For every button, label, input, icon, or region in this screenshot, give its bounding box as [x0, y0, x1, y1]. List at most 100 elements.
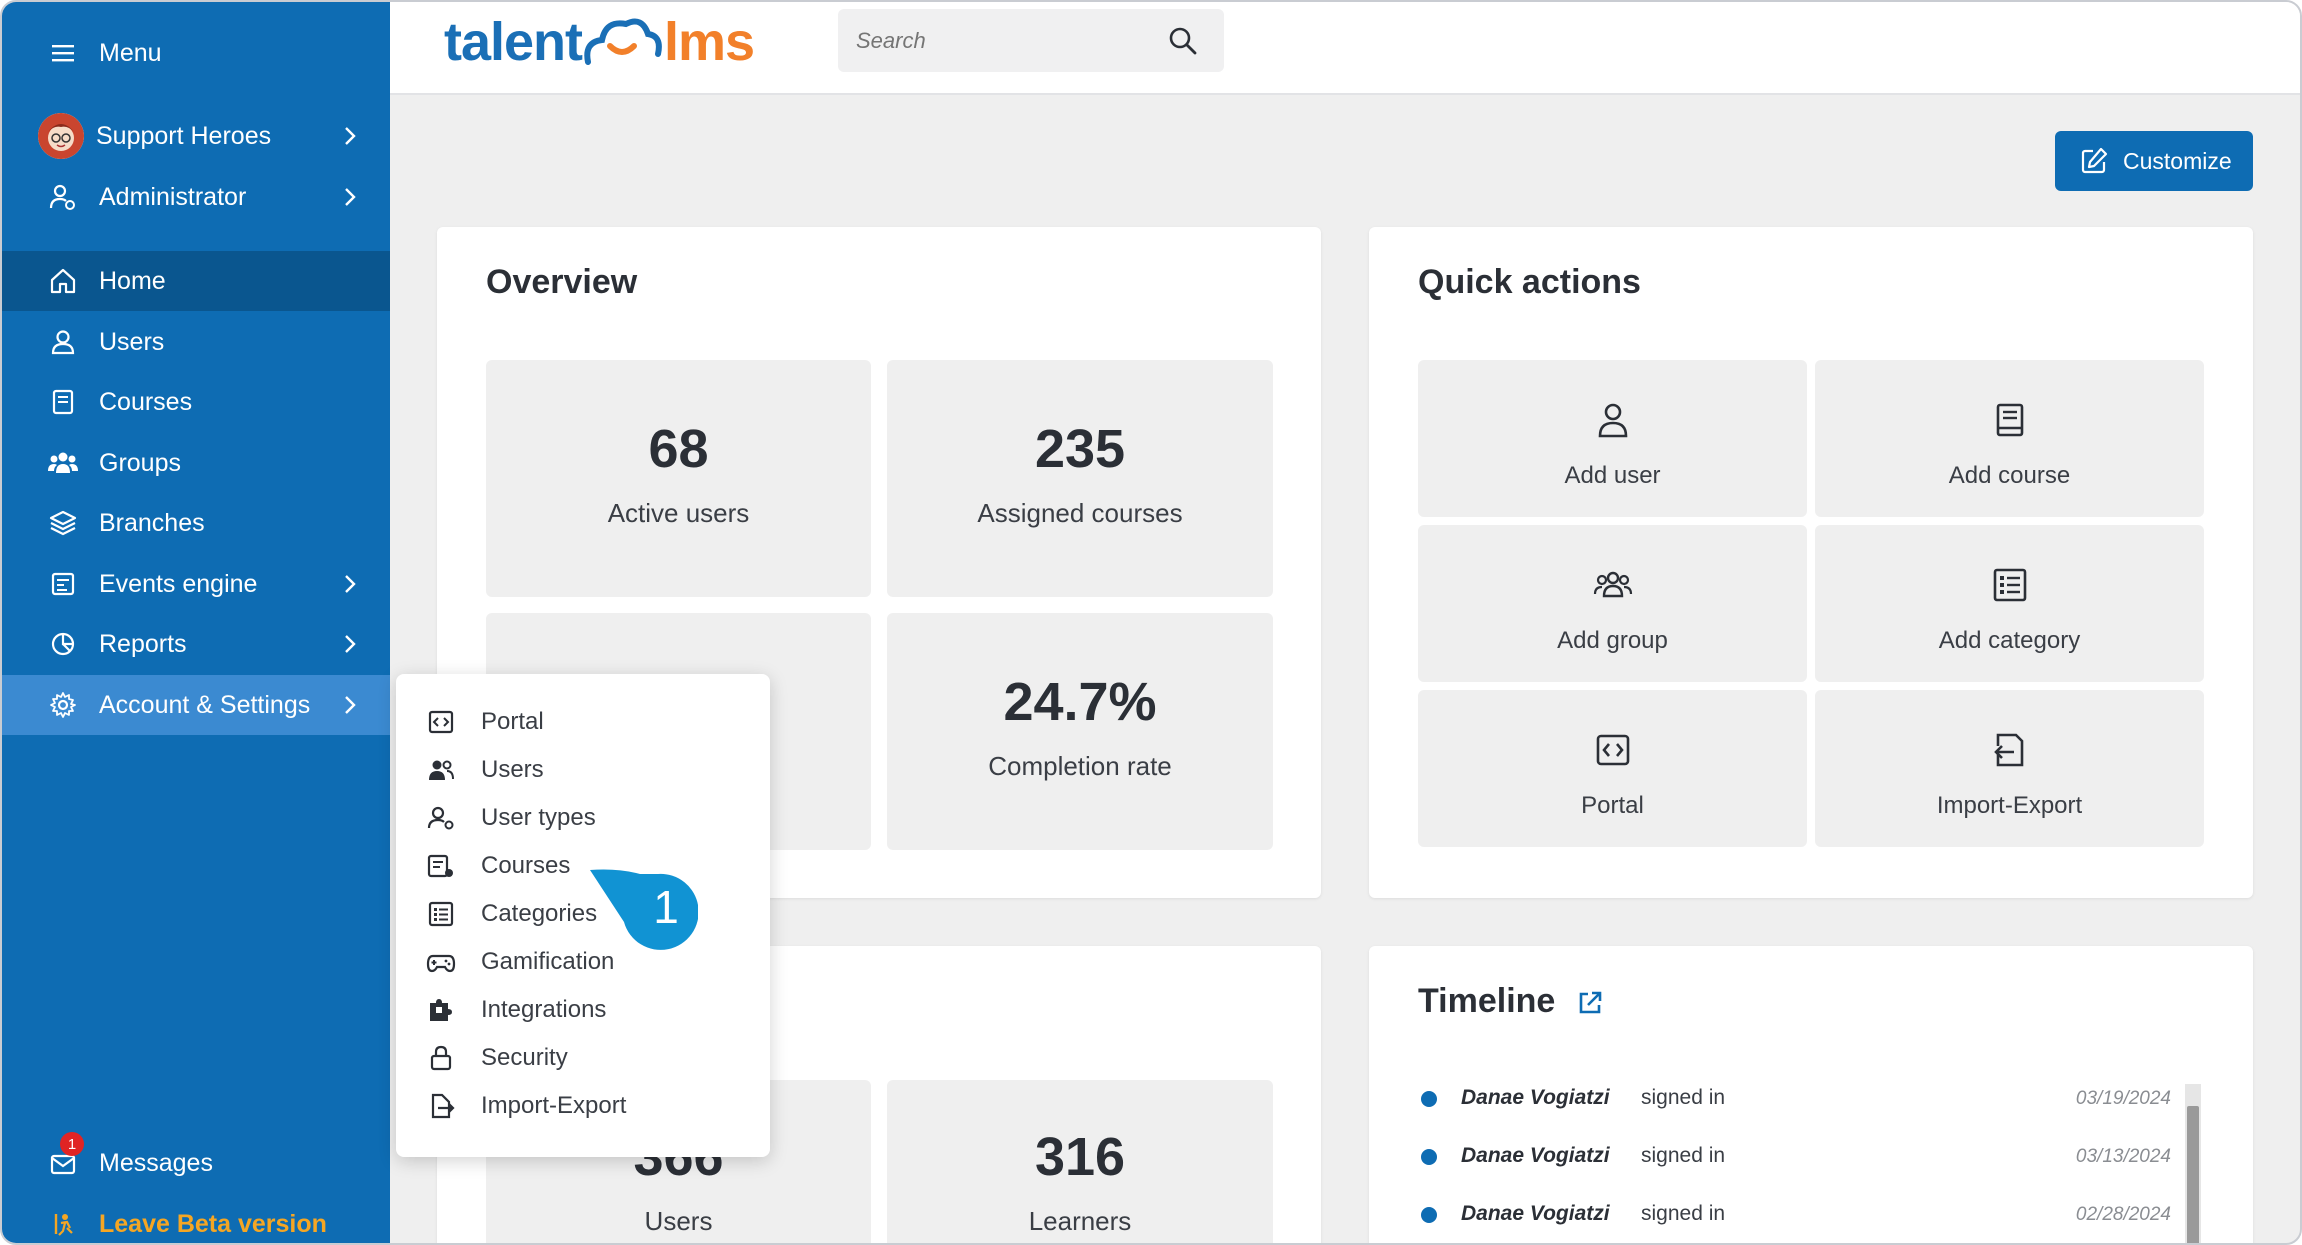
add-user-icon — [1593, 400, 1633, 440]
sidebar-item-courses[interactable]: Courses — [2, 372, 390, 432]
quick-action-add-group[interactable]: Add group — [1418, 525, 1807, 682]
quick-actions-card: Quick actions Add user Add course Add gr… — [1369, 227, 2253, 898]
sidebar-item-groups[interactable]: Groups — [2, 433, 390, 493]
role-switcher[interactable]: Administrator — [2, 167, 390, 227]
stat-tile-learners[interactable]: 316 Learners — [887, 1080, 1273, 1243]
stat-tile-assigned-courses[interactable]: 235 Assigned courses — [887, 360, 1273, 597]
portal-icon — [426, 707, 456, 737]
hamburger-icon — [46, 36, 80, 70]
timeline-entry[interactable]: Danae Vogiatzi signed in 03/19/2024 — [1421, 1080, 2171, 1120]
add-course-icon — [1990, 400, 2030, 440]
account-switcher[interactable]: Support Heroes — [2, 106, 390, 166]
quick-action-add-category[interactable]: Add category — [1815, 525, 2204, 682]
search-icon[interactable] — [1166, 24, 1200, 58]
dropdown-item-import-export[interactable]: Import-Export — [396, 1082, 770, 1130]
dropdown-item-gamification[interactable]: Gamification — [396, 938, 770, 986]
sidebar-item-label: Home — [99, 266, 166, 295]
edit-icon — [2079, 146, 2109, 176]
sidebar-item-label: Courses — [99, 387, 193, 416]
home-icon — [46, 264, 80, 298]
timeline-entry[interactable]: Danae Vogiatzi signed in 03/13/2024 — [1421, 1138, 2171, 1178]
dropdown-item-users[interactable]: Users — [396, 746, 770, 794]
quick-action-portal[interactable]: Portal — [1418, 690, 1807, 847]
overview-title: Overview — [486, 263, 638, 301]
stat-caption: Users — [644, 1206, 713, 1236]
timeline-date: 03/19/2024 — [2075, 1088, 2171, 1109]
leave-beta-link[interactable]: Leave Beta version — [2, 1194, 390, 1243]
gear-icon — [46, 688, 80, 722]
dropdown-item-label: Courses — [481, 852, 571, 879]
quick-action-import-export[interactable]: Import-Export — [1815, 690, 2204, 847]
dropdown-item-categories[interactable]: Categories — [396, 890, 770, 938]
quick-actions-title: Quick actions — [1418, 263, 1641, 301]
logo-text-lms: lms — [664, 12, 755, 72]
timeline-user[interactable]: Danae Vogiatzi — [1461, 1202, 1610, 1226]
stat-tile-active-users[interactable]: 68 Active users — [486, 360, 871, 597]
sidebar-item-users[interactable]: Users — [2, 312, 390, 372]
stat-tile-completion-rate[interactable]: 24.7% Completion rate — [887, 613, 1273, 850]
search-box[interactable] — [838, 9, 1224, 72]
messages-count-badge: 1 — [60, 1132, 84, 1156]
sidebar-item-reports[interactable]: Reports — [2, 614, 390, 674]
timeline-user[interactable]: Danae Vogiatzi — [1461, 1086, 1610, 1110]
dropdown-item-portal[interactable]: Portal — [396, 698, 770, 746]
sidebar-item-branches[interactable]: Branches — [2, 493, 390, 553]
sidebar-item-label: Messages — [99, 1148, 213, 1177]
step-marker-badge: 1 — [588, 864, 699, 954]
stat-caption: Active users — [607, 498, 750, 528]
quick-action-add-user[interactable]: Add user — [1418, 360, 1807, 517]
add-group-icon — [1593, 565, 1633, 605]
avatar — [38, 113, 84, 159]
customize-button[interactable]: Customize — [2055, 131, 2253, 191]
import-export-icon — [426, 1091, 456, 1121]
group-icon — [46, 446, 80, 480]
timeline-entry[interactable]: Danae Vogiatzi signed in 02/28/2024 — [1421, 1196, 2171, 1236]
sidebar: Menu Support Heroes Administrator Home U… — [2, 2, 390, 1243]
stat-caption: Completion rate — [988, 751, 1172, 781]
timeline-action: signed in — [1641, 1086, 1726, 1109]
scrollbar-thumb[interactable] — [2187, 1106, 2199, 1243]
stat-caption: Assigned courses — [977, 498, 1183, 528]
menu-toggle[interactable]: Menu — [2, 23, 390, 83]
chevron-right-icon — [338, 632, 362, 656]
dropdown-item-user-types[interactable]: User types — [396, 794, 770, 842]
talentlms-logo[interactable]: talent lms — [444, 10, 755, 74]
cloud-logo-icon — [584, 18, 662, 65]
sidebar-item-label: Groups — [99, 448, 181, 477]
quick-action-label: Portal — [1581, 792, 1644, 819]
quick-action-add-course[interactable]: Add course — [1815, 360, 2204, 517]
timeline-dot — [1421, 1149, 1437, 1165]
account-name: Support Heroes — [96, 121, 272, 150]
sidebar-item-label: Branches — [99, 508, 205, 537]
dropdown-item-label: Portal — [481, 708, 544, 735]
search-input[interactable] — [856, 23, 1156, 59]
sidebar-item-label: Events engine — [99, 569, 258, 598]
gamepad-icon — [426, 947, 456, 977]
categories-icon — [426, 899, 456, 929]
dropdown-item-label: Security — [481, 1044, 568, 1071]
dropdown-item-integrations[interactable]: Integrations — [396, 986, 770, 1034]
dropdown-item-label: Integrations — [481, 996, 607, 1023]
pie-chart-icon — [46, 627, 80, 661]
timeline-user[interactable]: Danae Vogiatzi — [1461, 1144, 1610, 1168]
sidebar-item-home[interactable]: Home — [2, 251, 390, 311]
timeline-dot — [1421, 1091, 1437, 1107]
stat-value: 24.7% — [1003, 672, 1157, 732]
stat-caption: Learners — [1028, 1206, 1132, 1236]
top-header: talent lms — [390, 2, 2300, 95]
timeline-scrollbar[interactable] — [2185, 1084, 2201, 1243]
timeline-title: Timeline — [1418, 982, 1556, 1020]
dropdown-item-security[interactable]: Security — [396, 1034, 770, 1082]
customize-label: Customize — [2123, 147, 2232, 174]
external-link-icon[interactable] — [1575, 988, 1605, 1018]
quick-action-label: Add category — [1938, 627, 2081, 654]
sidebar-item-events-engine[interactable]: Events engine — [2, 554, 390, 614]
stat-value: 68 — [648, 419, 709, 479]
quick-action-label: Add user — [1564, 462, 1661, 489]
chevron-right-icon — [338, 124, 362, 148]
user-gear-icon — [46, 180, 80, 214]
account-settings-dropdown: Portal Users User types Courses Categori… — [396, 674, 770, 1157]
dropdown-item-courses[interactable]: Courses — [396, 842, 770, 890]
sidebar-item-account-settings[interactable]: Account & Settings — [2, 675, 390, 735]
timeline-dot — [1421, 1207, 1437, 1223]
